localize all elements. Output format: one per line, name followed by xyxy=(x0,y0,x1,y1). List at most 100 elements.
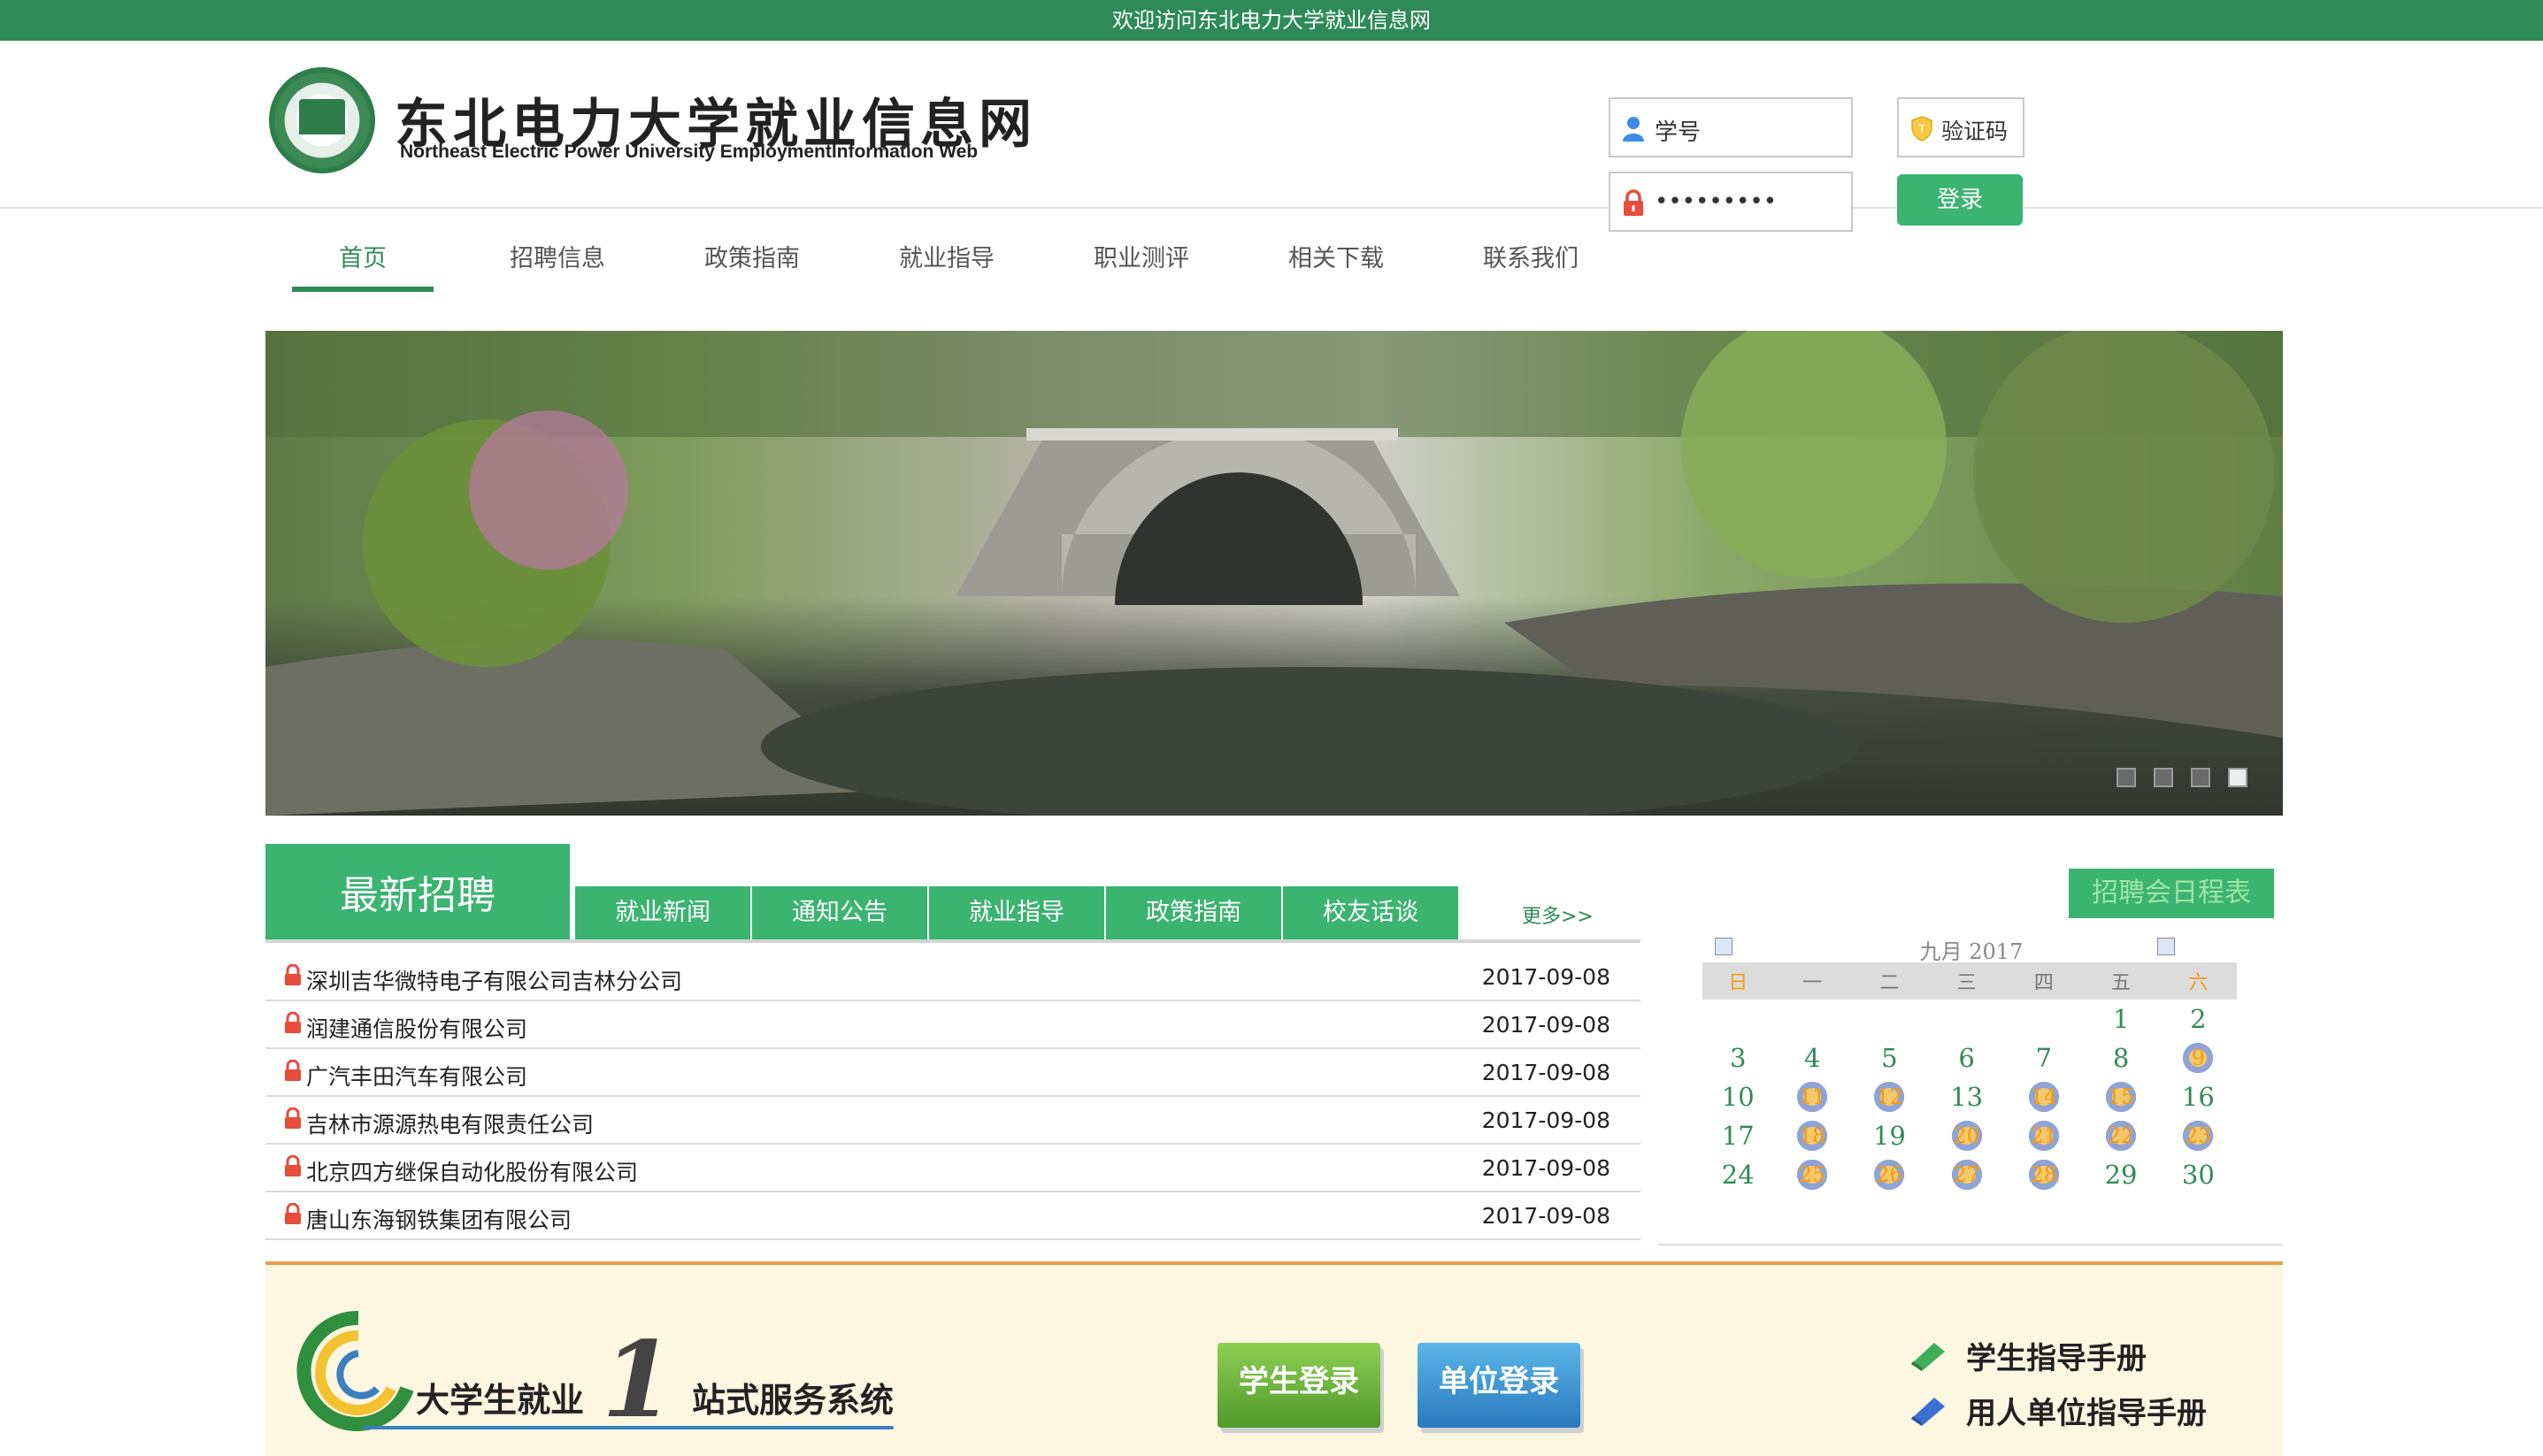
event-day-marker[interactable]: 14 xyxy=(2025,1079,2062,1115)
event-day-marker[interactable]: 26 xyxy=(1871,1157,1908,1192)
calendar-day[interactable]: 26 xyxy=(1851,1155,1928,1194)
company-name[interactable]: 润建通信股份有限公司 xyxy=(306,1012,527,1044)
student-login-button[interactable]: 学生登录 xyxy=(1218,1343,1380,1428)
list-item[interactable]: 广汽丰田汽车有限公司 2017-09-08 xyxy=(265,1049,1640,1097)
lock-icon xyxy=(285,1012,301,1033)
calendar-divider xyxy=(1658,1244,2283,1245)
calendar-day[interactable]: 17 xyxy=(1702,1116,1774,1155)
nav-item-contact[interactable]: 联系我们 xyxy=(1460,239,1602,273)
calendar-day[interactable]: 5 xyxy=(1851,1038,1928,1077)
calendar-day[interactable]: 12 xyxy=(1851,1077,1928,1116)
weekday-header: 四 xyxy=(2005,962,2083,1000)
employer-login-button[interactable]: 单位登录 xyxy=(1417,1343,1580,1428)
slideshow-indicators xyxy=(2099,768,2247,791)
user-icon xyxy=(1623,117,1644,142)
tab-divider xyxy=(265,939,1640,943)
calendar-day[interactable]: 20 xyxy=(1928,1116,2005,1155)
calendar-day[interactable]: 8 xyxy=(2082,1038,2159,1077)
calendar-day[interactable]: 15 xyxy=(2082,1077,2159,1116)
event-day-marker[interactable]: 23 xyxy=(2180,1118,2216,1153)
event-day-marker[interactable]: 15 xyxy=(2103,1079,2140,1115)
calendar-empty-cell xyxy=(2005,1000,2082,1038)
company-name[interactable]: 唐山东海钢铁集团有限公司 xyxy=(306,1203,572,1235)
university-emblem-icon[interactable] xyxy=(269,67,375,173)
company-name[interactable]: 北京四方继保自动化股份有限公司 xyxy=(306,1155,638,1187)
tab-latest-recruitment[interactable]: 最新招聘 xyxy=(265,844,570,939)
calendar-day[interactable]: 25 xyxy=(1774,1155,1851,1194)
news-list: 深圳吉华微特电子有限公司吉林分公司 2017-09-08 润建通信股份有限公司 … xyxy=(265,954,1640,1240)
tab-notices[interactable]: 通知公告 xyxy=(752,886,927,939)
slide-dot-2[interactable] xyxy=(2154,768,2173,787)
more-link[interactable]: 更多>> xyxy=(1522,900,1594,929)
calendar-day[interactable]: 16 xyxy=(2160,1077,2237,1116)
event-day-marker[interactable]: 11 xyxy=(1794,1079,1831,1115)
calendar-day[interactable]: 29 xyxy=(2082,1155,2159,1194)
calendar-day[interactable]: 19 xyxy=(1851,1116,1928,1155)
list-item[interactable]: 唐山东海钢铁集团有限公司 2017-09-08 xyxy=(265,1192,1640,1240)
calendar-day[interactable]: 3 xyxy=(1702,1038,1774,1077)
service-system-title-part2: 站式服务系统 xyxy=(692,1381,895,1420)
employer-guide-link[interactable]: 用人单位指导手册 xyxy=(1966,1389,2207,1432)
list-item[interactable]: 吉林市源源热电有限责任公司 2017-09-08 xyxy=(265,1097,1640,1145)
calendar-day[interactable]: 22 xyxy=(2082,1116,2159,1155)
event-day-marker[interactable]: 9 xyxy=(2180,1040,2216,1076)
tab-alumni-talk[interactable]: 校友话谈 xyxy=(1283,886,1458,939)
post-date: 2017-09-08 xyxy=(1481,1107,1610,1133)
nav-item-policy[interactable]: 政策指南 xyxy=(681,239,823,273)
calendar-day[interactable]: 30 xyxy=(2160,1155,2237,1194)
calendar-day[interactable]: 13 xyxy=(1928,1077,2005,1116)
calendar-empty-cell xyxy=(1702,1000,1774,1038)
event-day-marker[interactable]: 22 xyxy=(2103,1118,2140,1153)
list-item[interactable]: 北京四方继保自动化股份有限公司 2017-09-08 xyxy=(265,1145,1640,1192)
banner-slideshow[interactable] xyxy=(265,331,2283,816)
student-guide-link[interactable]: 学生指导手册 xyxy=(1966,1334,2147,1377)
calendar-day[interactable]: 28 xyxy=(2005,1155,2082,1194)
password-field[interactable]: ••••••••• xyxy=(1609,172,1853,232)
company-name[interactable]: 吉林市源源热电有限责任公司 xyxy=(306,1107,594,1139)
calendar-day[interactable]: 27 xyxy=(1928,1155,2005,1194)
captcha-field[interactable]: T 验证码 xyxy=(1897,97,2024,157)
tab-guidance[interactable]: 就业指导 xyxy=(929,886,1104,939)
calendar-day[interactable]: 21 xyxy=(2005,1116,2082,1155)
nav-item-assessment[interactable]: 职业测评 xyxy=(1071,239,1212,273)
nav-item-home[interactable]: 首页 xyxy=(292,239,434,273)
event-day-marker[interactable]: 28 xyxy=(2025,1157,2062,1192)
calendar-day[interactable]: 18 xyxy=(1774,1116,1851,1155)
event-day-marker[interactable]: 20 xyxy=(1948,1118,1985,1153)
event-day-marker[interactable]: 18 xyxy=(1794,1118,1831,1153)
calendar-day[interactable]: 2 xyxy=(2160,1000,2237,1038)
slide-dot-4[interactable] xyxy=(2228,768,2247,787)
student-id-field[interactable]: 学号 xyxy=(1609,97,1853,157)
service-system-logo-icon xyxy=(296,1310,414,1431)
banner-image xyxy=(265,331,2283,816)
list-item[interactable]: 深圳吉华微特电子有限公司吉林分公司 2017-09-08 xyxy=(265,954,1640,1001)
nav-item-downloads[interactable]: 相关下载 xyxy=(1265,239,1407,273)
tab-employment-news[interactable]: 就业新闻 xyxy=(575,886,750,939)
event-day-marker[interactable]: 21 xyxy=(2025,1118,2062,1153)
calendar-day[interactable]: 24 xyxy=(1702,1155,1774,1194)
job-fair-schedule-button[interactable]: 招聘会日程表 xyxy=(2069,869,2274,918)
event-day-marker[interactable]: 25 xyxy=(1794,1157,1831,1192)
calendar-day[interactable]: 1 xyxy=(2082,1000,2159,1038)
event-day-marker[interactable]: 27 xyxy=(1948,1157,1985,1192)
list-item[interactable]: 润建通信股份有限公司 2017-09-08 xyxy=(265,1001,1640,1049)
calendar-day[interactable]: 4 xyxy=(1774,1038,1851,1077)
next-month-icon[interactable] xyxy=(2157,938,2175,955)
calendar-day[interactable]: 6 xyxy=(1928,1038,2005,1077)
company-name[interactable]: 深圳吉华微特电子有限公司吉林分公司 xyxy=(306,964,682,996)
calendar-day[interactable]: 14 xyxy=(2005,1077,2082,1116)
book-icon xyxy=(1911,1398,1945,1426)
slide-dot-1[interactable] xyxy=(2117,768,2136,787)
nav-item-guidance[interactable]: 就业指导 xyxy=(876,239,1018,273)
slide-dot-3[interactable] xyxy=(2191,768,2210,787)
tab-policy[interactable]: 政策指南 xyxy=(1106,886,1281,939)
login-button[interactable]: 登录 xyxy=(1897,174,2023,226)
calendar-day[interactable]: 10 xyxy=(1702,1077,1774,1116)
event-day-marker[interactable]: 12 xyxy=(1871,1079,1908,1115)
calendar-day[interactable]: 23 xyxy=(2160,1116,2237,1155)
calendar-day[interactable]: 9 xyxy=(2160,1038,2237,1077)
calendar-day[interactable]: 11 xyxy=(1774,1077,1851,1116)
company-name[interactable]: 广汽丰田汽车有限公司 xyxy=(306,1060,527,1092)
calendar-day[interactable]: 7 xyxy=(2005,1038,2082,1077)
nav-item-recruitment[interactable]: 招聘信息 xyxy=(487,239,628,273)
